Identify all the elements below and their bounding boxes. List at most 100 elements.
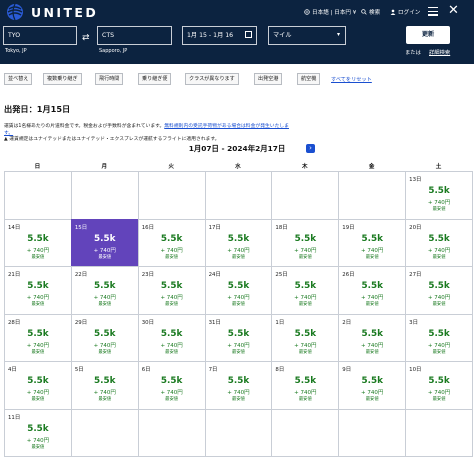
calendar-day-cell[interactable]: 10日 5.5k + 740円 最安値 [405, 361, 473, 410]
calendar-day-cell[interactable]: 1日 5.5k + 740円 最安値 [271, 313, 340, 362]
day-price: 5.5k [361, 281, 383, 291]
calendar-day-cell[interactable]: 31日 5.5k + 740円 最安値 [204, 313, 273, 362]
lowest-fare-tag: 最安値 [31, 397, 45, 402]
day-label: 31日 [208, 319, 221, 326]
day-tax: + 740円 [93, 342, 116, 349]
fare-type-select[interactable]: マイル ▾ [268, 26, 346, 45]
day-label: 3日 [409, 319, 418, 326]
calendar-day-cell[interactable]: 9日 5.5k + 740円 最安値 [338, 361, 407, 410]
filter-aircraft[interactable]: 航空機 [297, 73, 321, 85]
top-nav-bar: UNITED 日本語 | 日本円 ¥ 検索 ログイン ✕ [0, 0, 474, 24]
calendar-day-cell[interactable]: 2日 5.5k + 740円 最安値 [338, 313, 407, 362]
fare-type-value: マイル [273, 32, 292, 39]
day-tax: + 740円 [93, 390, 116, 396]
weekday-header: 月 [101, 164, 108, 170]
lowest-fare-tag: 最安値 [165, 397, 179, 402]
united-globe-logo-icon[interactable] [6, 3, 24, 21]
lowest-fare-tag: 最安値 [232, 349, 245, 355]
calendar-day-cell[interactable]: 15日 5.5k + 740円 最安値 [70, 218, 139, 267]
search-link[interactable]: 検索 [361, 8, 380, 16]
departure-title: 出発日：1月15日 [4, 104, 71, 114]
day-label: 30日 [141, 319, 154, 326]
filter-stops[interactable]: 複数乗り継ぎ [43, 73, 82, 85]
lowest-fare-tag: 最安値 [98, 302, 112, 307]
calendar-day-cell[interactable]: 5日 5.5k + 740円 最安値 [70, 361, 139, 410]
day-tax: + 740円 [227, 342, 250, 349]
day-price: 5.5k [94, 233, 116, 244]
filter-connections[interactable]: 乗り継ぎ便 [138, 73, 172, 85]
filter-duration[interactable]: 飛行時間 [95, 73, 124, 85]
day-label: 28日 [8, 319, 21, 326]
calendar-day-cell[interactable]: 26日 5.5k + 740円 最安値 [338, 266, 407, 315]
weekday-header: 水 [235, 164, 241, 170]
day-label: 23日 [141, 272, 154, 278]
calendar-day-cell[interactable]: 14日 5.5k + 740円 最安値 [4, 218, 72, 267]
calendar-day-cell[interactable]: 6日 5.5k + 740円 最安値 [137, 361, 206, 410]
login-link[interactable]: ログイン [390, 8, 420, 16]
calendar-day-cell[interactable]: 24日 5.5k + 740円 最安値 [204, 266, 273, 315]
lowest-fare-tag: 最安値 [165, 302, 179, 307]
swap-icon[interactable]: ⇄ [82, 33, 90, 43]
day-label: 13日 [409, 177, 422, 183]
day-price: 5.5k [294, 233, 317, 244]
menu-icon[interactable] [428, 7, 438, 16]
day-price: 5.5k [428, 376, 450, 386]
day-price: 5.5k [361, 328, 383, 339]
calendar-day-cell[interactable]: 8日 5.5k + 740円 最安値 [271, 361, 340, 410]
lowest-fare-tag: 最安値 [98, 349, 112, 355]
day-price: 5.5k [27, 281, 49, 291]
day-label: 2日 [342, 319, 352, 326]
next-period-button[interactable]: › [306, 144, 315, 153]
filter-cabin[interactable]: クラスが異なります [185, 73, 239, 85]
weekday-header: 土 [435, 164, 442, 170]
calendar-day-cell[interactable]: 7日 5.5k + 740円 最安値 [204, 361, 273, 410]
filter-sort[interactable]: 並べ替え [4, 73, 33, 85]
calendar-day-cell[interactable]: 3日 5.5k + 740円 最安値 [405, 313, 473, 362]
lowest-fare-tag: 最安値 [31, 254, 45, 260]
calendar-day-cell[interactable]: 30日 5.5k + 740円 最安値 [137, 313, 206, 362]
calendar-day-cell[interactable]: 19日 5.5k + 740円 最安値 [338, 218, 407, 267]
calendar-day-cell[interactable]: 11日 5.5k + 740円 最安値 [4, 408, 72, 457]
reset-filters-link[interactable]: すべてをリセット [331, 76, 372, 83]
language-selector[interactable]: 日本語 | 日本円 ¥ [304, 8, 356, 16]
calendar-day-cell[interactable]: 18日 5.5k + 740円 最安値 [271, 218, 340, 267]
calendar-day-cell[interactable]: 28日 5.5k + 740円 最安値 [4, 313, 72, 362]
dates-field[interactable]: 1月 15 - 1月 16 [182, 26, 257, 45]
lowest-fare-tag: 最安値 [298, 302, 312, 307]
dates-value: 1月 15 - 1月 16 [187, 32, 234, 39]
calendar-day-cell[interactable]: 22日 5.5k + 740円 最安値 [70, 266, 139, 315]
calendar-day-cell[interactable]: 4日 5.5k + 740円 最安値 [4, 361, 72, 410]
calendar-day-cell[interactable]: 29日 5.5k + 740円 最安値 [70, 313, 139, 362]
update-button[interactable]: 更新 [406, 26, 450, 44]
close-icon[interactable]: ✕ [448, 4, 459, 18]
filter-departure-airport[interactable]: 出発空港 [254, 73, 283, 85]
calendar-icon [245, 31, 252, 38]
lowest-fare-tag: 最安値 [432, 302, 446, 307]
lowest-fare-tag: 最安値 [365, 254, 379, 260]
origin-field[interactable]: TYO [3, 26, 77, 45]
day-price: 5.5k [227, 281, 250, 291]
day-tax: + 740円 [361, 342, 384, 349]
calendar-day-cell[interactable]: 25日 5.5k + 740円 最安値 [271, 266, 340, 315]
fare-calendar-grid: 13日 5.5k + 740円 最安値 14日 5.5k + 740円 最安値 15日 5.5k +… [4, 171, 473, 457]
calendar-empty-cell [137, 171, 206, 220]
day-price: 5.5k [227, 376, 250, 386]
calendar-day-cell[interactable]: 16日 5.5k + 740円 最安値 [137, 218, 206, 267]
calendar-day-cell[interactable]: 23日 5.5k + 740円 最安値 [137, 266, 206, 315]
baggage-fee-link[interactable]: 無料規則内の受託手荷物がある場合は料金が発生いたしま [164, 124, 289, 129]
calendar-range: 1月07日 - 2024年2月17日 [188, 144, 286, 153]
destination-field[interactable]: CTS [97, 26, 172, 45]
calendar-day-cell[interactable]: 13日 5.5k + 740円 最安値 [405, 171, 473, 220]
calendar-day-cell[interactable]: 21日 5.5k + 740円 最安値 [4, 266, 72, 315]
day-label: 11日 [8, 414, 21, 421]
day-tax: + 740円 [427, 342, 451, 349]
chevron-down-icon: ▾ [336, 31, 340, 38]
calendar-day-cell[interactable]: 27日 5.5k + 740円 最安値 [405, 266, 473, 315]
day-label: 15日 [74, 224, 88, 231]
advanced-search-link[interactable]: 詳細検索 [429, 48, 450, 56]
day-tax: + 740円 [294, 247, 317, 254]
calendar-day-cell[interactable]: 17日 5.5k + 740円 最安値 [204, 218, 273, 267]
calendar-day-cell[interactable]: 20日 5.5k + 740円 最安値 [405, 218, 473, 267]
brand-name[interactable]: UNITED [31, 5, 98, 20]
day-label: 20日 [409, 224, 422, 231]
